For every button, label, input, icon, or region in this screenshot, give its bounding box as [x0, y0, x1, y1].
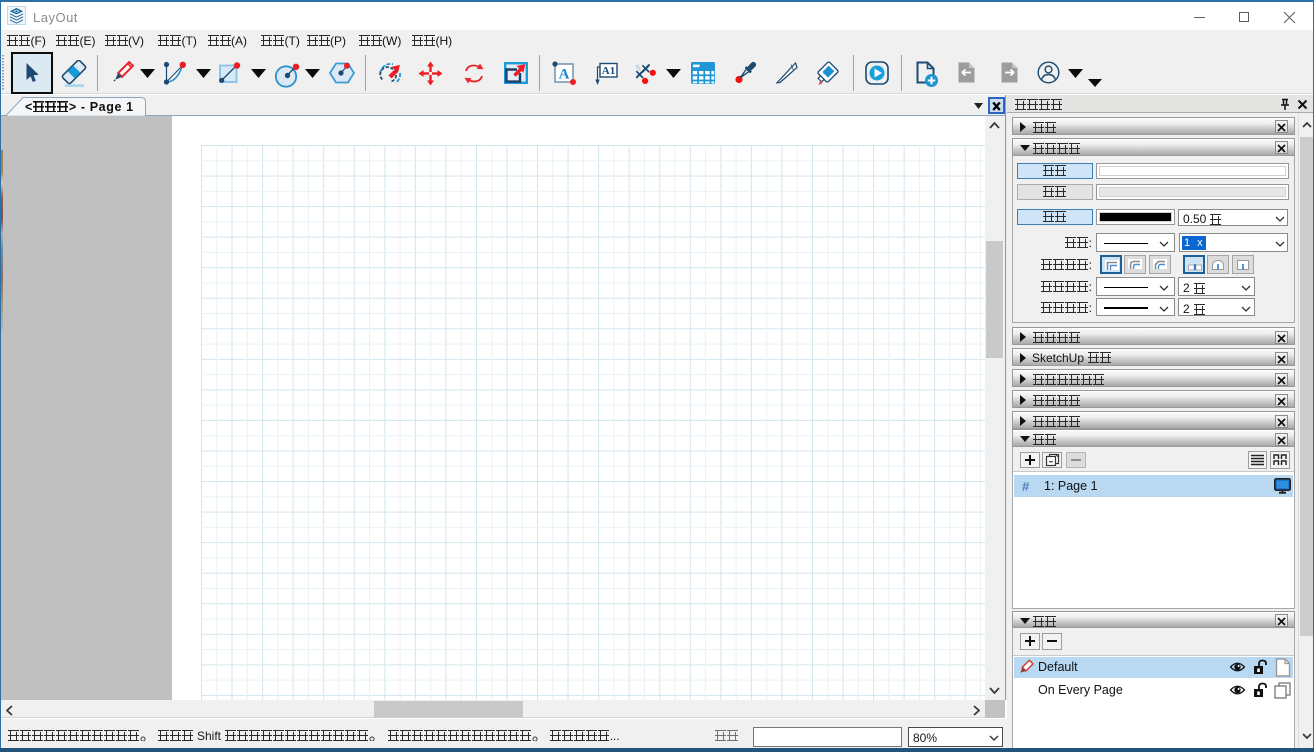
svg-text:5: 5 — [635, 62, 643, 72]
svg-text:A1: A1 — [602, 65, 615, 77]
svg-text:A: A — [559, 67, 570, 83]
